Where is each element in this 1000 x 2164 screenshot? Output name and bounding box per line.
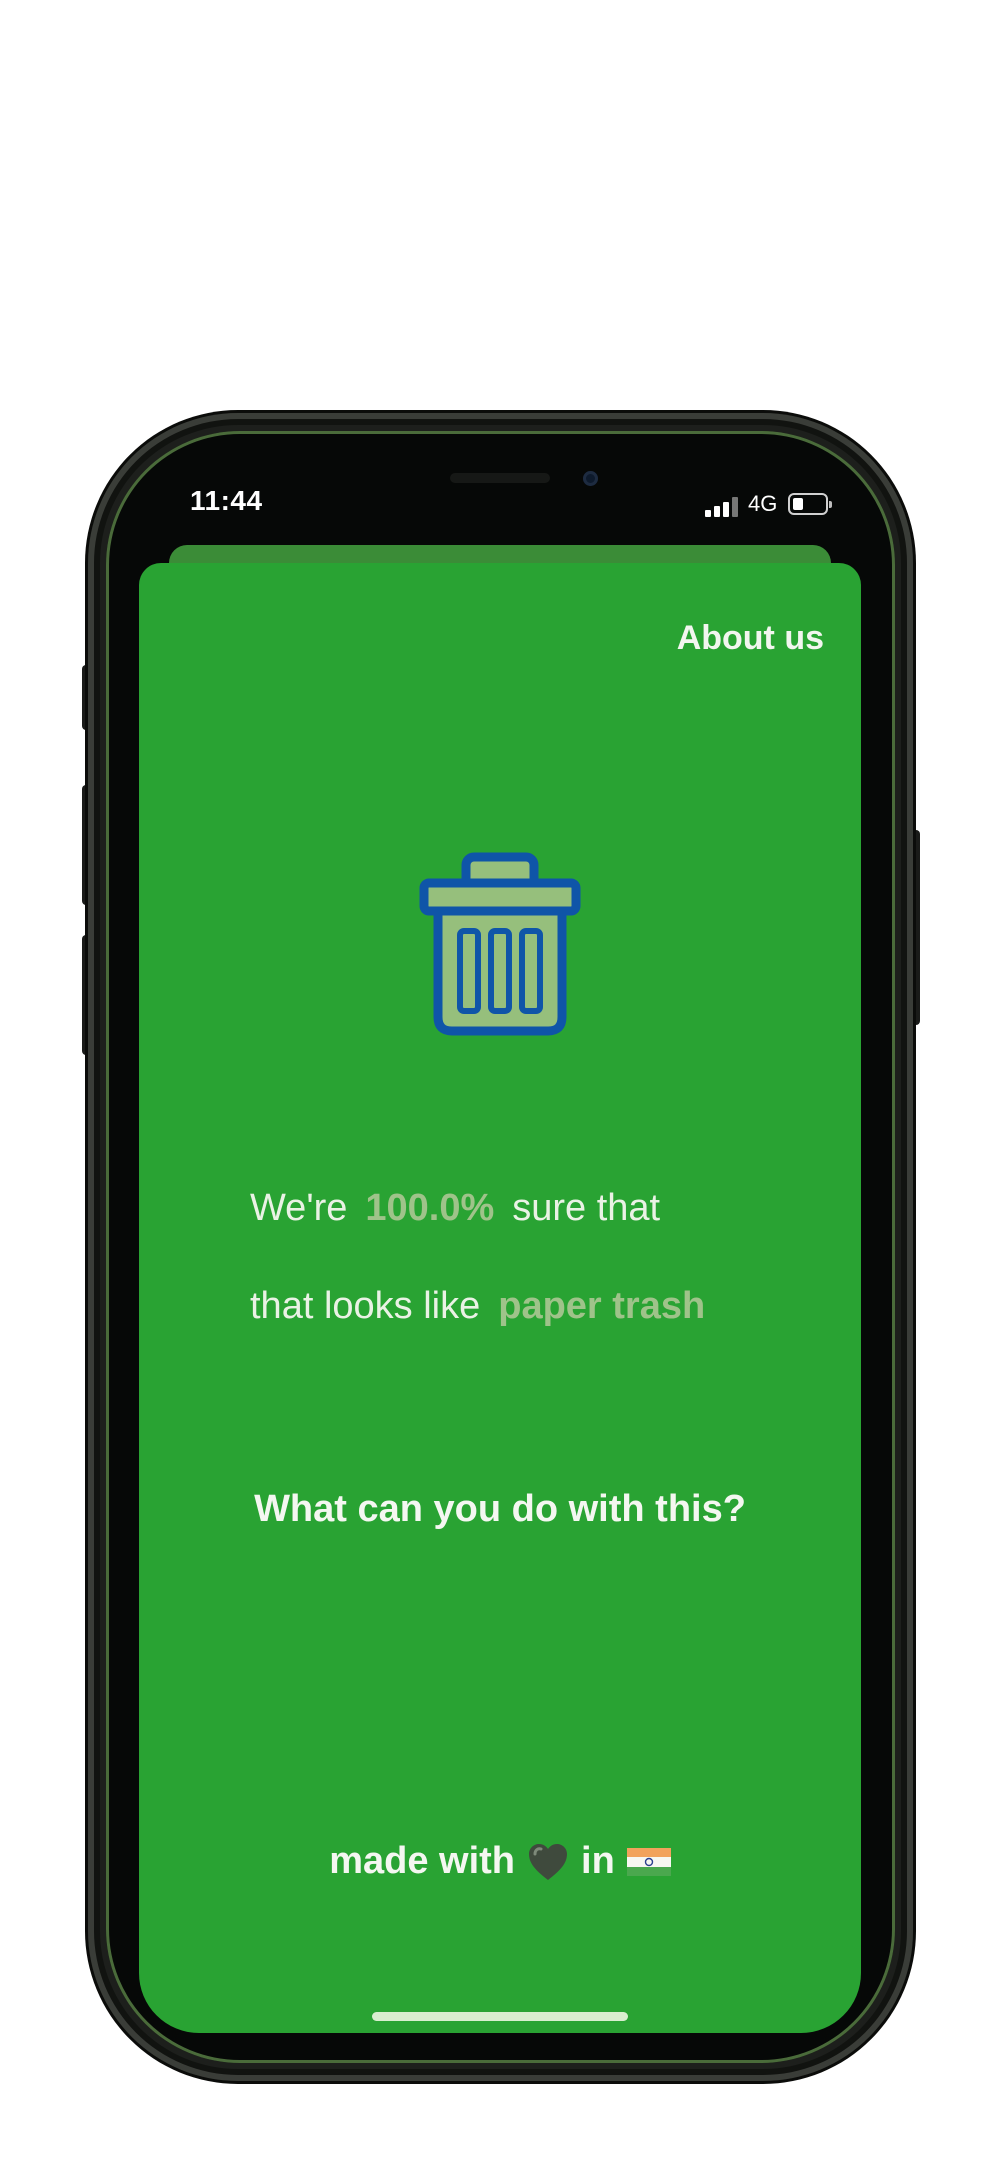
trash-bin-icon [419,852,581,1036]
front-camera [583,471,598,486]
about-us-link[interactable]: About us [677,619,824,658]
home-indicator[interactable] [372,2012,628,2021]
confidence-value: 100.0% [365,1187,495,1229]
result-screen: About us We're 100.0% sure that that looks… [139,563,861,2033]
battery-icon [788,493,832,515]
category-prefix: that looks like [250,1285,481,1327]
footer-made-with: made with [329,1840,516,1882]
footer-in: in [581,1840,615,1882]
category-line: that looks like paper trash [250,1285,705,1328]
what-can-you-do-link[interactable]: What can you do with this? [139,1488,861,1531]
confidence-line: We're 100.0% sure that [250,1187,660,1230]
confidence-prefix: We're [250,1187,348,1229]
earpiece-speaker [450,473,550,483]
category-value: paper trash [498,1285,706,1327]
status-time: 11:44 [190,485,263,516]
heart-emoji-icon [529,1843,568,1880]
india-flag-icon [626,1847,671,1876]
confidence-suffix: sure that [512,1187,661,1229]
network-type: 4G [748,491,778,516]
cellular-signal-icon [705,497,739,517]
footer: made with in [139,1840,861,1883]
